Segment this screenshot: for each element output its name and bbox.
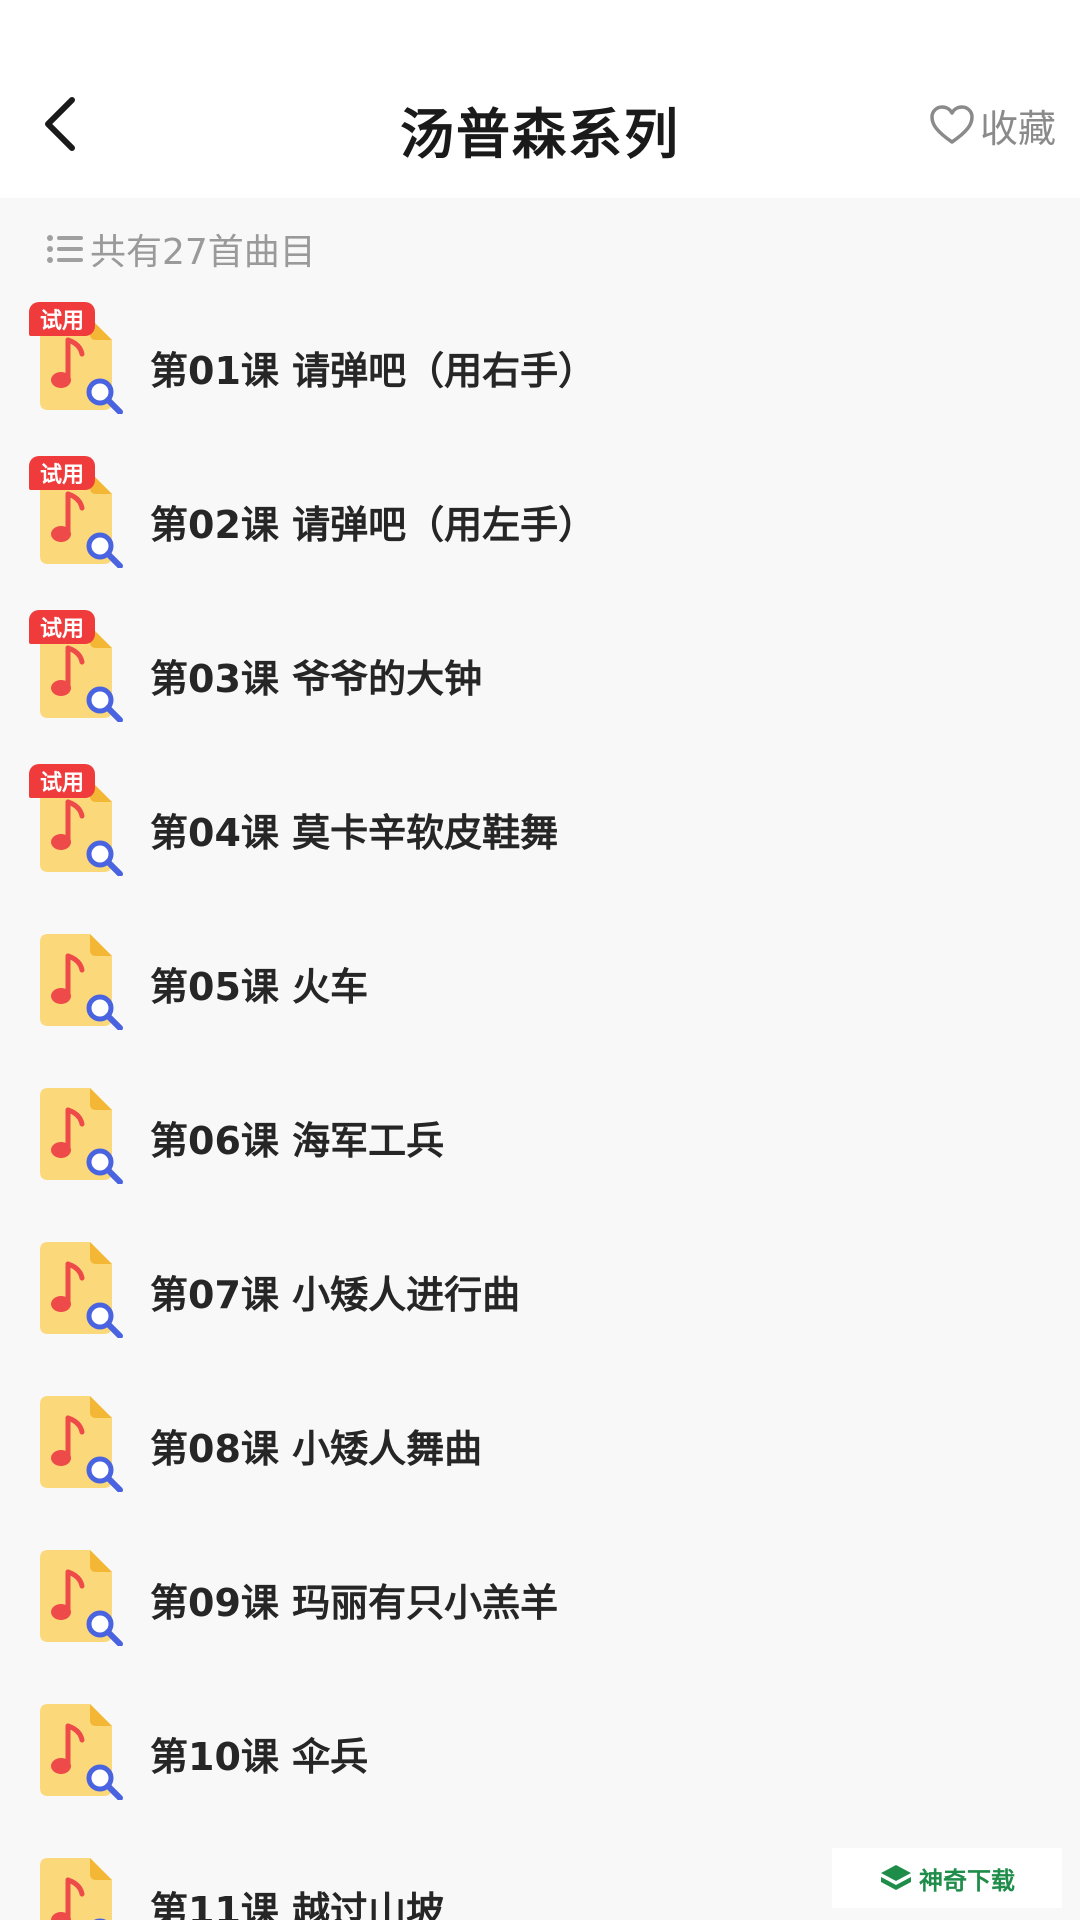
list-item-title: 第11课 越过山坡 [150, 1889, 445, 1920]
track-count-row: 共有27首曲目 [46, 224, 316, 274]
list-item[interactable]: 试用第02课 请弹吧（用左手） [0, 444, 1080, 598]
list-item-title: 第06课 海军工兵 [150, 1119, 445, 1163]
list-item[interactable]: 第07课 小矮人进行曲 [0, 1214, 1080, 1368]
list-item[interactable]: 试用第01课 请弹吧（用右手） [0, 290, 1080, 444]
page-title: 汤普森系列 [400, 103, 680, 166]
list-item[interactable]: 第05课 火车 [0, 906, 1080, 1060]
list-item-title: 第01课 请弹吧（用右手） [150, 349, 597, 393]
list-item-title: 第03课 爷爷的大钟 [150, 657, 483, 701]
list-item[interactable]: 试用第04课 莫卡辛软皮鞋舞 [0, 752, 1080, 906]
favorite-button[interactable]: 收藏 [930, 98, 1056, 152]
list-item-title: 第09课 玛丽有只小羔羊 [150, 1581, 559, 1625]
favorite-label: 收藏 [979, 106, 1056, 151]
list-item[interactable]: 第08课 小矮人舞曲 [0, 1368, 1080, 1522]
track-count-text: 共有27首曲目 [90, 232, 316, 273]
list-icon [47, 235, 83, 263]
trial-badge: 试用 [29, 764, 95, 798]
list-item[interactable]: 第09课 玛丽有只小羔羊 [0, 1522, 1080, 1676]
watermark: 神奇下载 [832, 1848, 1062, 1908]
music-file-icon [40, 1242, 123, 1338]
watermark-logo-icon [881, 1865, 911, 1890]
music-file-icon [40, 934, 123, 1030]
list-item-title: 第08课 小矮人舞曲 [150, 1427, 483, 1471]
list-item-title: 第07课 小矮人进行曲 [150, 1273, 521, 1317]
trial-badge: 试用 [29, 302, 95, 336]
watermark-text: 神奇下载 [919, 1866, 1015, 1895]
music-file-icon [40, 1088, 123, 1184]
trial-badge: 试用 [29, 610, 95, 644]
list-item-title: 第04课 莫卡辛软皮鞋舞 [150, 811, 559, 855]
app-screen: 汤普森系列 收藏 共有27首曲目 试用 第01课 请弹吧（用右手） 试用 第02课 请… [0, 0, 1080, 1920]
header-bar: 汤普森系列 收藏 [0, 0, 1080, 198]
list-item-title: 第05课 火车 [150, 965, 369, 1009]
list-item[interactable]: 第10课 伞兵 [0, 1676, 1080, 1830]
trial-badge: 试用 [29, 456, 95, 490]
music-file-icon [40, 1704, 123, 1800]
music-file-icon [40, 1858, 112, 1920]
list-item-title: 第10课 伞兵 [150, 1735, 369, 1779]
heart-icon [930, 105, 974, 144]
list-item[interactable]: 第06课 海军工兵 [0, 1060, 1080, 1214]
music-file-icon [40, 1396, 123, 1492]
track-list: 试用 第01课 请弹吧（用右手） 试用 第02课 请弹吧（用左手） 试用 第03课 爷爷的… [0, 290, 1080, 1920]
list-item[interactable]: 试用第03课 爷爷的大钟 [0, 598, 1080, 752]
list-item-title: 第02课 请弹吧（用左手） [150, 503, 597, 547]
music-file-icon [40, 1550, 123, 1646]
